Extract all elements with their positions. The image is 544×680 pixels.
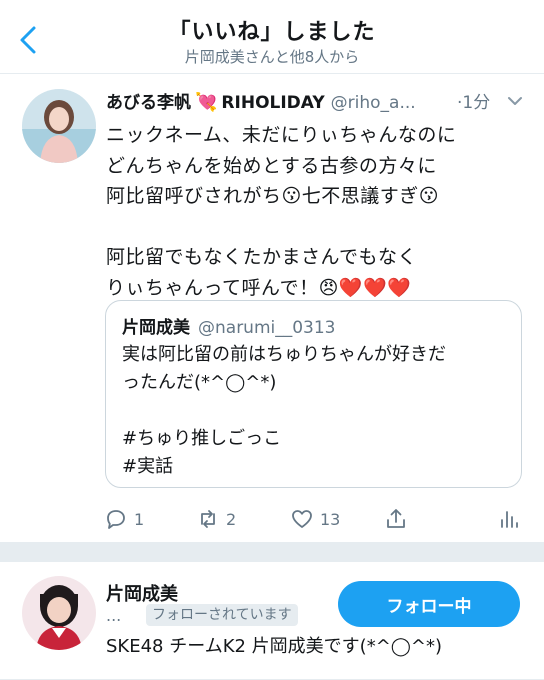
heart-icon xyxy=(292,510,312,528)
heart-arrow-icon: 💘 xyxy=(195,92,218,113)
tweet-author-handle[interactable]: @riho_a... xyxy=(331,93,416,113)
quoted-tweet-text-line: ったんだ(*^◯^*) xyxy=(122,372,277,393)
tweet-text-line: どんちゃんを始めとする古参の方々に xyxy=(106,154,437,177)
tweet[interactable]: あびる李帆 💘 RIHOLIDAY @riho_a... ·1分 ニックネーム、未だに… xyxy=(0,74,544,542)
chevron-down-icon[interactable] xyxy=(506,94,524,108)
like-button[interactable]: 13 xyxy=(290,502,340,536)
tweet-text-line: 阿比留呼びされがち😗七不思議すぎ😗 xyxy=(106,185,440,207)
follows-you-badge: フォローされています xyxy=(146,604,298,626)
analytics-icon xyxy=(501,511,518,528)
tweet-text-line xyxy=(106,212,536,243)
tweet-text-line: ニックネーム、未だにりぃちゃんなのに xyxy=(106,124,457,146)
following-button[interactable]: フォロー中 xyxy=(338,581,520,627)
quoted-tweet-author-handle: @narumi__0313 xyxy=(198,318,336,338)
share-icon xyxy=(387,509,405,528)
section-divider xyxy=(0,542,544,562)
header: 「いいね」しました 片岡成美さんと他8人から xyxy=(0,0,544,74)
tweet-text-line: りぃちゃんって呼んで！😠❤️❤️❤️ xyxy=(106,276,412,299)
user-avatar-image xyxy=(22,576,96,650)
reply-count: 1 xyxy=(134,509,145,529)
tweet-author-name-suffix[interactable]: RIHOLIDAY xyxy=(221,93,324,113)
user-bio: SKE48 チームK2 片岡成美です(*^◯^*) xyxy=(106,636,443,657)
tweet-text-line: 阿比留でもなくたかまさんでもなく xyxy=(106,246,418,268)
quoted-tweet-author-line: 片岡成美 @narumi__0313 xyxy=(122,313,336,338)
quoted-tweet[interactable]: 片岡成美 @narumi__0313 実は阿比留の前はちゅりちゃんが好きだ ったん… xyxy=(105,300,522,488)
quoted-tweet-text-line: #ちゅり推しごっこ xyxy=(122,428,282,449)
quoted-tweet-text-line xyxy=(122,397,512,425)
like-count: 13 xyxy=(320,509,341,529)
page-title: 「いいね」しました xyxy=(168,20,376,45)
avatar-image xyxy=(22,89,96,163)
reply-button[interactable]: 1 xyxy=(104,502,144,536)
quoted-tweet-text: 実は阿比留の前はちゅりちゃんが好きだ ったんだ(*^◯^*) #ちゅり推しごっこ… xyxy=(122,341,512,481)
retweet-button[interactable]: 2 xyxy=(196,502,236,536)
user-row[interactable]: 片岡成美 ... フォローされています フォロー中 SKE48 チームK2 片岡… xyxy=(0,562,544,680)
quoted-tweet-text-line: 実は阿比留の前はちゅりちゃんが好きだ xyxy=(122,344,446,365)
tweet-actions: 1 2 13 xyxy=(0,502,544,536)
tweet-author-line: あびる李帆 💘 RIHOLIDAY @riho_a... xyxy=(106,88,466,114)
user-avatar[interactable] xyxy=(22,576,96,650)
analytics-button[interactable] xyxy=(496,502,526,536)
page-subtitle: 片岡成美さんと他8人から xyxy=(184,48,360,66)
user-name[interactable]: 片岡成美 xyxy=(106,580,178,606)
avatar[interactable] xyxy=(22,89,96,163)
quoted-tweet-text-line: #実話 xyxy=(122,456,174,477)
retweet-icon xyxy=(201,510,215,528)
tweet-author-name[interactable]: あびる李帆 xyxy=(106,93,191,113)
retweet-count: 2 xyxy=(226,509,237,529)
quoted-tweet-author-name: 片岡成美 xyxy=(122,318,190,338)
user-handle: ... xyxy=(106,606,122,625)
share-button[interactable] xyxy=(384,502,414,536)
tweet-time: ·1分 xyxy=(457,93,491,113)
tweet-text: ニックネーム、未だにりぃちゃんなのに どんちゃんを始めとする古参の方々に 阿比留… xyxy=(106,120,536,303)
reply-icon xyxy=(107,510,125,529)
